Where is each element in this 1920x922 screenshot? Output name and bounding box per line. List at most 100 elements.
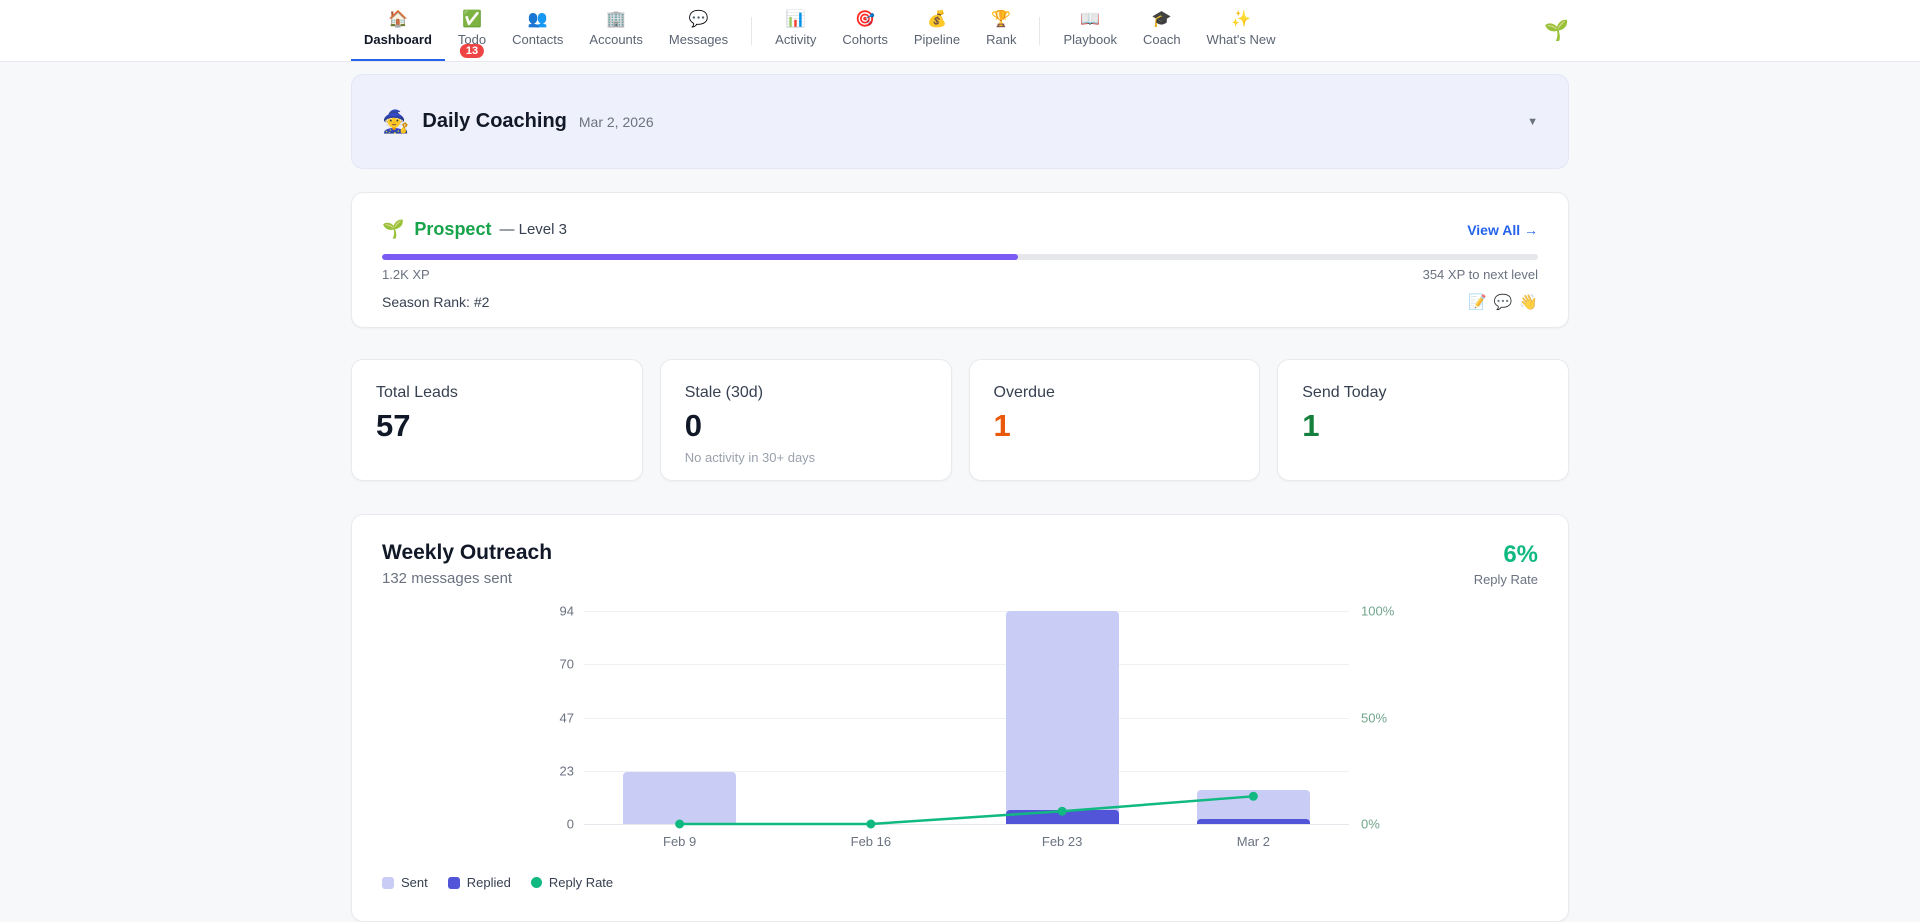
y-axis-tick: 70 — [560, 657, 574, 672]
todo-count-badge: 13 — [460, 44, 484, 58]
top-nav-inner: 🏠 Dashboard ✅ Todo 13 👥 Contacts 🏢 Accou… — [351, 0, 1569, 61]
weekly-outreach-card: Weekly Outreach 132 messages sent 6% Rep… — [351, 514, 1569, 922]
nav-divider — [751, 17, 752, 45]
seedling-profile-icon[interactable]: 🌱 — [1544, 18, 1569, 43]
reply-rate-swatch — [531, 877, 542, 888]
top-nav: 🏠 Dashboard ✅ Todo 13 👥 Contacts 🏢 Accou… — [0, 0, 1920, 62]
reply-rate-label: Reply Rate — [1474, 572, 1538, 587]
reply-rate-dot — [675, 820, 684, 829]
wave-icon[interactable]: 👋 — [1519, 293, 1538, 311]
nav-label-accounts: Accounts — [589, 32, 642, 48]
nav-label-cohorts: Cohorts — [842, 32, 888, 48]
right-axis-tick: 100% — [1361, 604, 1394, 619]
reply-rate-dot — [1249, 792, 1258, 801]
chart-title: Weekly Outreach — [382, 541, 552, 565]
nav-item-todo[interactable]: ✅ Todo 13 — [445, 0, 499, 61]
chevron-down-icon[interactable]: ▼ — [1527, 116, 1538, 128]
stat-value: 57 — [376, 410, 618, 441]
replied-swatch — [448, 877, 460, 889]
season-rank-label: Season Rank: #2 — [382, 294, 489, 310]
nav-item-coach[interactable]: 🎓 Coach — [1130, 0, 1194, 61]
stat-card-stale: Stale (30d) 0 No activity in 30+ days — [660, 359, 952, 481]
rank-actions: 📝 💬 👋 — [1468, 293, 1538, 311]
view-all-link[interactable]: View All → — [1467, 222, 1538, 238]
right-axis-tick: 0% — [1361, 817, 1380, 832]
nav-item-contacts[interactable]: 👥 Contacts — [499, 0, 576, 61]
nav-item-pipeline[interactable]: 💰 Pipeline — [901, 0, 973, 61]
nav-divider — [1039, 17, 1040, 45]
main-content: 🧙 Daily Coaching Mar 2, 2026 ▼ 🌱 Prospec… — [351, 62, 1569, 922]
level-label: — Level 3 — [499, 221, 567, 238]
nav-item-messages[interactable]: 💬 Messages — [656, 0, 741, 61]
x-axis-tick: Mar 2 — [1158, 834, 1349, 849]
stat-label: Stale (30d) — [685, 384, 927, 402]
x-axis-labels: Feb 9 Feb 16 Feb 23 Mar 2 — [584, 834, 1349, 849]
playbook-icon: 📖 — [1080, 11, 1100, 29]
nav-item-activity[interactable]: 📊 Activity — [762, 0, 829, 61]
reply-rate-line — [584, 611, 1349, 824]
wizard-icon: 🧙 — [382, 109, 409, 135]
xp-progress-fill — [382, 254, 1018, 260]
rank-icon: 🏆 — [991, 11, 1011, 29]
reply-rate-dot — [866, 820, 875, 829]
nav-label-whats-new: What's New — [1207, 32, 1276, 48]
stat-value: 1 — [1302, 410, 1544, 441]
y-axis-tick: 23 — [560, 763, 574, 778]
nav-item-dashboard[interactable]: 🏠 Dashboard — [351, 0, 445, 61]
stat-card-overdue: Overdue 1 — [969, 359, 1261, 481]
dashboard-icon: 🏠 — [388, 11, 408, 29]
y-axis-tick: 47 — [560, 710, 574, 725]
whats-new-icon: ✨ — [1231, 11, 1251, 29]
chart-legend: Sent Replied Reply Rate — [382, 875, 1538, 890]
level-progress-card: 🌱 Prospect — Level 3 View All → 1.2K XP … — [351, 192, 1569, 328]
messages-icon: 💬 — [689, 11, 709, 29]
chart-header: Weekly Outreach 132 messages sent 6% Rep… — [382, 541, 1538, 587]
legend-item-sent: Sent — [382, 875, 428, 890]
stat-card-total-leads: Total Leads 57 — [351, 359, 643, 481]
chart-header-left: Weekly Outreach 132 messages sent — [382, 541, 552, 587]
cohorts-icon: 🎯 — [855, 11, 875, 29]
coach-icon: 🎓 — [1152, 11, 1172, 29]
x-axis-tick: Feb 23 — [967, 834, 1158, 849]
reply-rate-dot — [1058, 807, 1067, 816]
legend-item-reply-rate: Reply Rate — [531, 875, 613, 890]
nav-label-messages: Messages — [669, 32, 728, 48]
xp-to-next-level: 354 XP to next level — [1423, 267, 1538, 282]
daily-coaching-card[interactable]: 🧙 Daily Coaching Mar 2, 2026 ▼ — [351, 74, 1569, 169]
daily-coaching-title: Daily Coaching — [422, 110, 566, 133]
nav-label-activity: Activity — [775, 32, 816, 48]
nav-label-playbook: Playbook — [1063, 32, 1116, 48]
chart-plot: 94 70 47 23 0 100% 50% 0% — [584, 611, 1349, 824]
stat-caption: No activity in 30+ days — [685, 450, 927, 465]
x-axis-tick: Feb 9 — [584, 834, 775, 849]
contacts-icon: 👥 — [528, 11, 548, 29]
sent-swatch — [382, 877, 394, 889]
xp-row: 1.2K XP 354 XP to next level — [382, 267, 1538, 282]
activity-icon: 📊 — [786, 11, 806, 29]
stat-value: 1 — [994, 410, 1236, 441]
nav-label-coach: Coach — [1143, 32, 1181, 48]
nav-item-playbook[interactable]: 📖 Playbook — [1050, 0, 1129, 61]
stats-row: Total Leads 57 Stale (30d) 0 No activity… — [351, 359, 1569, 481]
legend-label: Reply Rate — [549, 875, 613, 890]
nav-label-pipeline: Pipeline — [914, 32, 960, 48]
accounts-icon: 🏢 — [606, 11, 626, 29]
nav-item-accounts[interactable]: 🏢 Accounts — [576, 0, 655, 61]
xp-current: 1.2K XP — [382, 267, 430, 282]
nav-label-rank: Rank — [986, 32, 1016, 48]
xp-progress-bar — [382, 254, 1538, 260]
nav-item-rank[interactable]: 🏆 Rank — [973, 0, 1029, 61]
chat-icon[interactable]: 💬 — [1494, 293, 1513, 311]
nav-label-dashboard: Dashboard — [364, 32, 432, 48]
stat-label: Send Today — [1302, 384, 1544, 402]
nav-label-contacts: Contacts — [512, 32, 563, 48]
stat-card-send-today: Send Today 1 — [1277, 359, 1569, 481]
note-icon[interactable]: 📝 — [1468, 293, 1487, 311]
y-axis-tick: 0 — [567, 817, 574, 832]
nav-item-cohorts[interactable]: 🎯 Cohorts — [829, 0, 901, 61]
nav-item-whats-new[interactable]: ✨ What's New — [1194, 0, 1289, 61]
x-axis-tick: Feb 16 — [775, 834, 966, 849]
pipeline-icon: 💰 — [927, 11, 947, 29]
chart-subtitle: 132 messages sent — [382, 570, 552, 587]
reply-rate-value: 6% — [1474, 541, 1538, 569]
